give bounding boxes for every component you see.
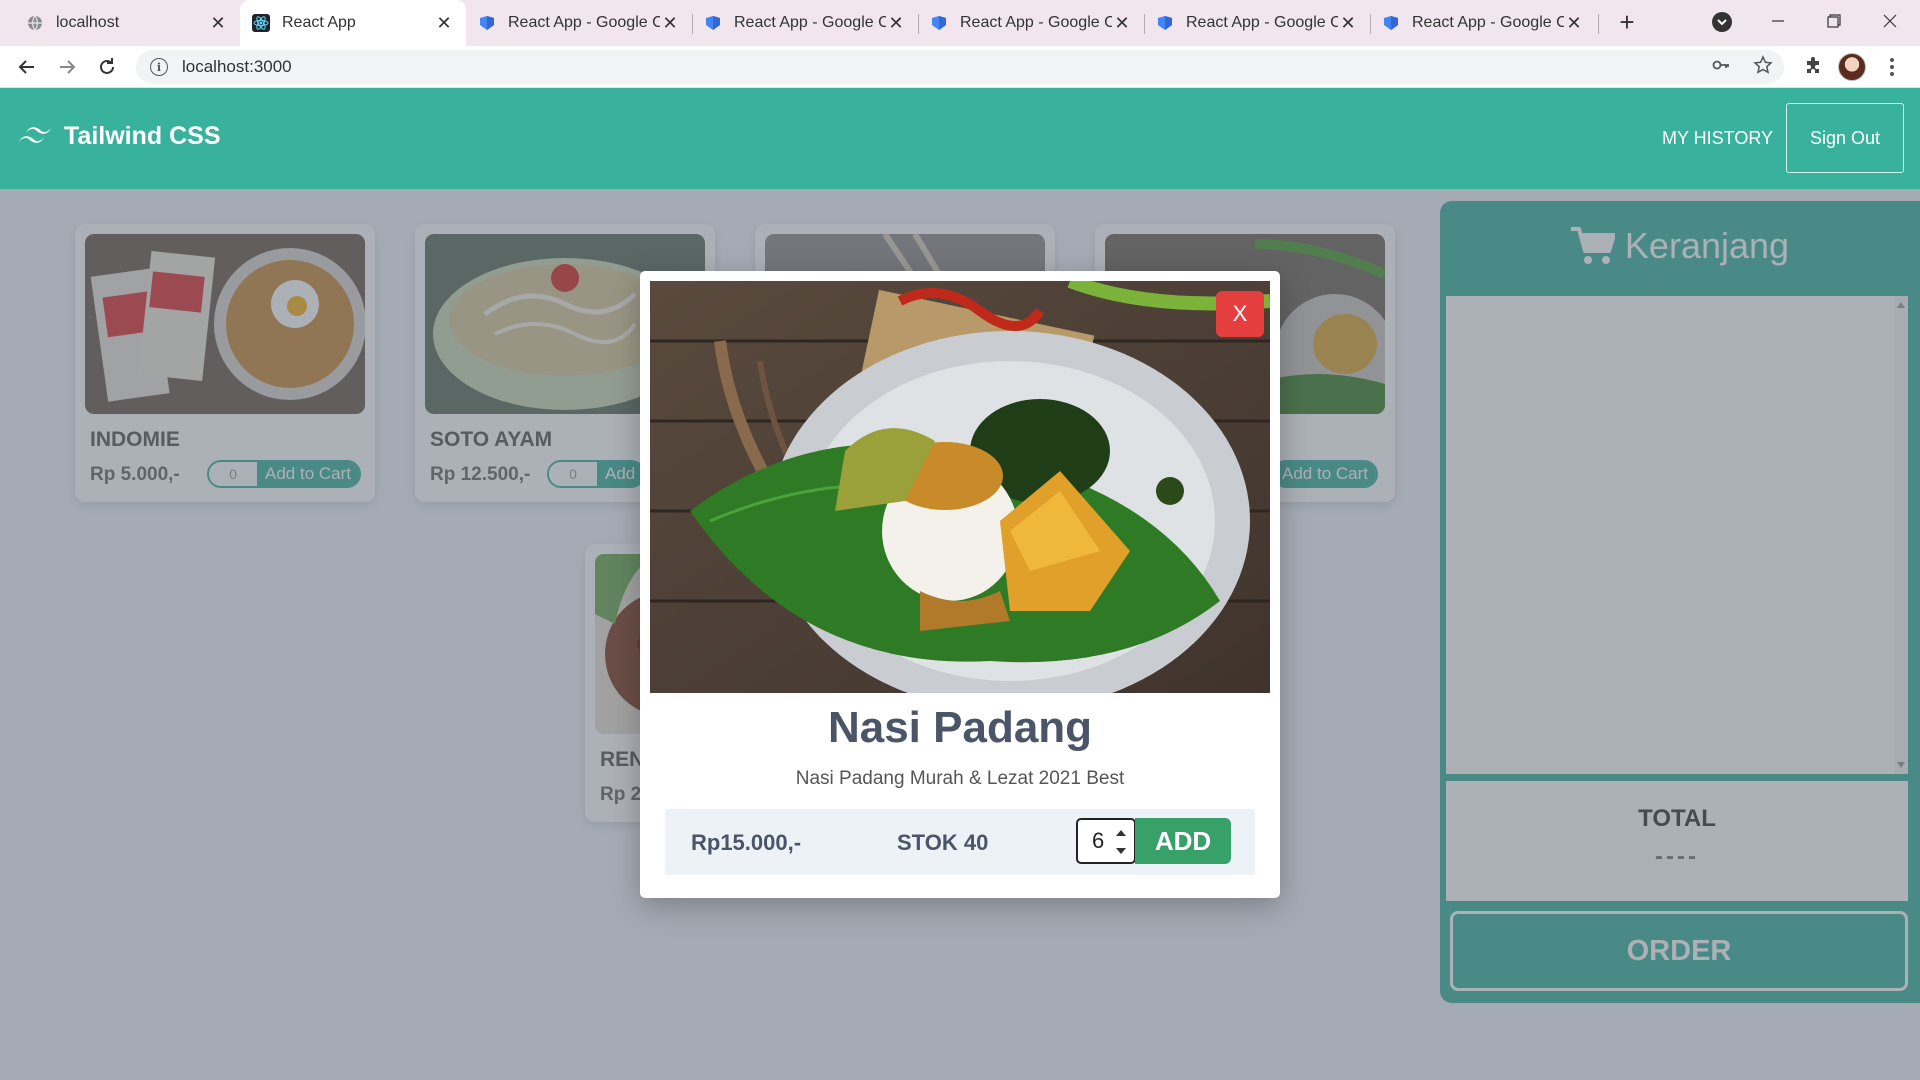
new-tab-icon[interactable]: + xyxy=(1612,8,1642,38)
google-cloud-icon xyxy=(478,14,496,32)
minimize-icon[interactable] xyxy=(1756,6,1800,36)
tab-localhost[interactable]: localhost ✕ xyxy=(0,0,240,46)
browser-tab-strip: localhost ✕ React App ✕ React App - Goog… xyxy=(0,0,1920,46)
quantity-value: 6 xyxy=(1092,828,1105,853)
tab-close-icon[interactable]: ✕ xyxy=(660,13,680,34)
tab-close-icon[interactable]: ✕ xyxy=(434,13,454,34)
tab-close-icon[interactable]: ✕ xyxy=(1338,13,1358,34)
tailwind-logo-icon xyxy=(19,126,51,143)
browser-toolbar: i localhost:3000 xyxy=(0,46,1920,88)
tab-title: React App - Google C xyxy=(1412,14,1564,31)
product-detail-modal: X Nasi Padang Nasi Padang Murah & Lezat … xyxy=(640,271,1280,898)
tab-title: React App - Google C xyxy=(508,14,660,31)
password-key-icon[interactable] xyxy=(1706,50,1736,80)
tab-title: React App - Google C xyxy=(734,14,886,31)
close-window-icon[interactable] xyxy=(1868,6,1912,36)
site-info-icon[interactable]: i xyxy=(150,58,168,76)
modal-stock: STOK 40 xyxy=(897,830,989,855)
modal-close-button[interactable]: X xyxy=(1216,291,1264,337)
tab-google-cloud-5[interactable]: React App - Google C ✕ xyxy=(1370,0,1596,46)
tab-title: React App xyxy=(282,14,356,31)
main-content: INDOMIE Rp 5.000,- 0 Add to Cart SOTO AY… xyxy=(0,189,1920,1080)
navbar: Tailwind CSS MY HISTORY Sign Out xyxy=(0,88,1920,189)
forward-icon[interactable] xyxy=(52,52,82,82)
url-text: localhost:3000 xyxy=(182,57,292,76)
product-image-nasi-padang xyxy=(650,281,1270,693)
tab-google-cloud-4[interactable]: React App - Google C ✕ xyxy=(1144,0,1370,46)
tab-google-cloud-2[interactable]: React App - Google C ✕ xyxy=(692,0,918,46)
tab-react-app[interactable]: React App ✕ xyxy=(240,0,466,46)
google-cloud-icon xyxy=(1156,14,1174,32)
sign-out-button[interactable]: Sign Out xyxy=(1786,103,1904,173)
reload-icon[interactable] xyxy=(92,52,122,82)
modal-action-bar: Rp15.000,- STOK 40 6 ADD xyxy=(665,809,1255,875)
my-history-link[interactable]: MY HISTORY xyxy=(1662,128,1773,149)
brand-name: Tailwind CSS xyxy=(64,122,221,150)
address-bar[interactable]: i localhost:3000 xyxy=(136,50,1784,84)
add-button[interactable]: ADD xyxy=(1135,818,1231,864)
spinner-arrows-icon[interactable] xyxy=(1114,828,1128,856)
modal-price: Rp15.000,- xyxy=(691,830,802,855)
browser-menu-icon[interactable] xyxy=(1882,52,1902,82)
bookmark-star-icon[interactable] xyxy=(1748,50,1778,80)
app-root: Tailwind CSS MY HISTORY Sign Out INDOMIE… xyxy=(0,88,1920,1080)
globe-icon xyxy=(26,14,44,32)
tab-title: localhost xyxy=(56,14,120,31)
brand-logo[interactable]: Tailwind CSS xyxy=(16,122,221,151)
quantity-stepper[interactable]: 6 xyxy=(1076,818,1136,864)
tab-google-cloud-3[interactable]: React App - Google C ✕ xyxy=(918,0,1144,46)
tab-google-cloud-1[interactable]: React App - Google C ✕ xyxy=(466,0,692,46)
tab-title: React App - Google C xyxy=(1186,14,1338,31)
restore-icon[interactable] xyxy=(1812,6,1856,36)
increment-icon[interactable] xyxy=(1116,830,1126,836)
tab-title: React App - Google C xyxy=(960,14,1112,31)
google-cloud-icon xyxy=(930,14,948,32)
google-cloud-icon xyxy=(1382,14,1400,32)
react-icon xyxy=(252,14,270,32)
tab-close-icon[interactable]: ✕ xyxy=(1112,13,1132,34)
google-cloud-icon xyxy=(704,14,722,32)
extensions-puzzle-icon[interactable] xyxy=(1798,50,1828,80)
profile-avatar[interactable] xyxy=(1838,53,1866,81)
tab-close-icon[interactable]: ✕ xyxy=(1564,13,1584,34)
modal-product-title: Nasi Padang xyxy=(827,703,1093,752)
tab-search-icon[interactable] xyxy=(1710,10,1734,34)
tab-close-icon[interactable]: ✕ xyxy=(208,13,228,34)
back-icon[interactable] xyxy=(12,52,42,82)
tab-close-icon[interactable]: ✕ xyxy=(886,13,906,34)
modal-product-description: Nasi Padang Murah & Lezat 2021 Best xyxy=(795,768,1125,789)
decrement-icon[interactable] xyxy=(1116,848,1126,854)
